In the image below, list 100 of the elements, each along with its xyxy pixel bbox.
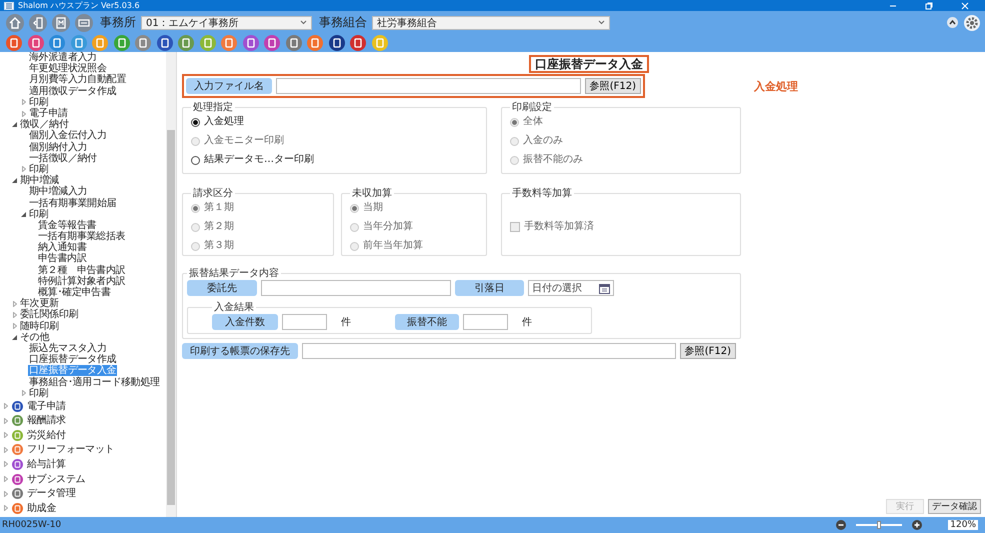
tree-item[interactable]: 徴収／納付 (19, 119, 70, 130)
collapsed-icon[interactable] (22, 110, 26, 117)
radio-button[interactable] (191, 118, 200, 126)
app-icon[interactable] (328, 34, 344, 50)
tree-item[interactable]: 電子申請 (26, 400, 67, 412)
app-icon[interactable] (264, 34, 280, 50)
restore-icon[interactable] (925, 2, 933, 10)
action-button[interactable]: データ確認 (928, 499, 981, 514)
tree-item[interactable]: 適用徴収データ作成 (28, 86, 118, 97)
tree-item[interactable]: 印刷 (28, 208, 50, 220)
group-title: 未収加算 (351, 186, 393, 200)
tree-item[interactable]: データ管理 (26, 488, 77, 500)
field-label: 入金件数 (212, 314, 278, 330)
tree-item[interactable]: 特例計算対象者内訳 (37, 276, 126, 287)
tree-item[interactable]: 第２種 申告書内訳 (37, 264, 126, 276)
date-picker-field[interactable]: 日付の選択 (528, 280, 614, 296)
keyboard-icon[interactable] (75, 14, 93, 32)
expanded-icon[interactable] (12, 334, 17, 340)
document-icon[interactable] (52, 14, 70, 32)
collapsed-icon[interactable] (4, 476, 8, 482)
tree-item[interactable]: 印刷 (28, 164, 50, 175)
option-label[interactable]: 結果データモ…ター印刷 (204, 154, 314, 166)
browse-button[interactable]: 参照(F12) (680, 343, 736, 359)
consignor-field[interactable] (261, 280, 451, 296)
tree-item[interactable]: 口座振替データ作成 (28, 354, 118, 366)
tree-item[interactable]: 労災給付 (26, 430, 67, 441)
tree-item[interactable]: 助成金 (26, 502, 58, 514)
tree-item[interactable]: 期中増減入力 (28, 186, 88, 198)
collapsed-icon[interactable] (4, 505, 8, 512)
chevron-down-icon[interactable] (300, 20, 307, 25)
tree-item[interactable]: 一括有期事業開始届 (28, 198, 118, 209)
collapsed-icon[interactable] (22, 390, 26, 396)
tree-item[interactable]: 印刷 (28, 388, 50, 399)
zoom-out-icon[interactable] (836, 520, 846, 530)
collapsed-icon[interactable] (4, 490, 8, 497)
app-icon[interactable] (350, 34, 366, 50)
count-field[interactable] (282, 314, 327, 330)
collapsed-icon[interactable] (4, 461, 8, 468)
tree-item[interactable]: 納入通知書 (37, 242, 88, 254)
tree-item[interactable]: フリーフォーマット (26, 444, 116, 456)
screen-code: RH0025W-10 (2, 520, 62, 530)
expanded-icon[interactable] (12, 122, 17, 128)
tree-item[interactable]: 個別納付入力 (28, 142, 88, 153)
collapsed-icon[interactable] (4, 418, 8, 424)
tree-item[interactable]: 海外派遣者入力 (28, 52, 98, 64)
home-icon[interactable] (6, 14, 24, 32)
office-dropdown[interactable]: 01：エムケイ事務所 (141, 16, 312, 30)
tree-item[interactable]: 電子申請 (28, 108, 69, 120)
tree-item[interactable]: 賃金等報告書 (37, 220, 98, 231)
chevron-down-icon[interactable] (598, 20, 605, 25)
tree-item[interactable]: 随時印刷 (19, 320, 60, 332)
collapse-icon[interactable] (947, 17, 958, 28)
tree-item[interactable]: 月別費等入力自動配置 (28, 74, 128, 86)
zoom-in-icon[interactable] (912, 520, 922, 530)
failed-count-field[interactable] (463, 314, 508, 330)
slider-thumb[interactable] (877, 521, 881, 529)
save-path-field[interactable] (302, 343, 676, 359)
settings-icon[interactable] (964, 14, 980, 30)
group-title: 手数料等加算 (511, 186, 573, 200)
tree-item[interactable]: 個別入金伝付入力 (28, 130, 108, 142)
close-icon[interactable] (961, 2, 969, 10)
panel-icon[interactable] (29, 14, 47, 32)
file-input-field[interactable] (276, 78, 581, 94)
tree-item[interactable]: 一括有期事業総括表 (37, 231, 126, 242)
expanded-icon[interactable] (12, 178, 17, 184)
app-icon[interactable] (242, 34, 258, 50)
tree-item[interactable]: 年次更新 (19, 298, 60, 310)
tree-item[interactable]: 概算･確定申告書 (37, 287, 112, 298)
tree-item[interactable]: 一括徴収／納付 (28, 152, 98, 164)
tree-item[interactable]: サブシステム (26, 474, 86, 485)
tree-item[interactable]: その他 (19, 332, 50, 343)
collapsed-icon[interactable] (12, 312, 16, 318)
group-title: 請求区分 (192, 186, 234, 200)
collapsed-icon[interactable] (4, 432, 8, 438)
collapsed-icon[interactable] (4, 446, 8, 453)
tree-item[interactable]: 申告書内訳 (37, 253, 88, 264)
radio-button[interactable] (191, 156, 200, 164)
tree-item[interactable]: 委託関係印刷 (19, 309, 80, 320)
tree-item[interactable]: 年更処理状況照会 (28, 63, 108, 74)
collapsed-icon[interactable] (22, 99, 26, 106)
scrollbar[interactable] (166, 52, 176, 517)
collapsed-icon[interactable] (12, 323, 16, 330)
expanded-icon[interactable] (21, 212, 26, 217)
option-label[interactable]: 入金処理 (204, 116, 244, 128)
union-dropdown[interactable]: 社労事務組合 (372, 16, 610, 30)
tree-item[interactable]: 印刷 (28, 96, 50, 108)
tree-item[interactable]: 振込先マスタ入力 (28, 342, 108, 354)
tree-item[interactable]: 期中増減 (19, 175, 60, 186)
browse-button[interactable]: 参照(F12) (584, 78, 641, 94)
tree-item[interactable]: 事務組合･適用コード移動処理 (28, 376, 161, 388)
collapsed-icon[interactable] (4, 403, 8, 410)
calendar-icon[interactable] (599, 282, 610, 294)
app-icon[interactable] (156, 34, 172, 50)
group-title: 入金結果 (213, 300, 255, 314)
group-title: 印刷設定 (511, 100, 553, 114)
collapsed-icon[interactable] (12, 300, 16, 307)
tree-item[interactable]: 報酬請求 (26, 415, 67, 426)
tree-item[interactable]: 給与計算 (26, 458, 67, 470)
screen-title: 口座振替データ入金 (529, 55, 649, 73)
collapsed-icon[interactable] (22, 166, 26, 172)
